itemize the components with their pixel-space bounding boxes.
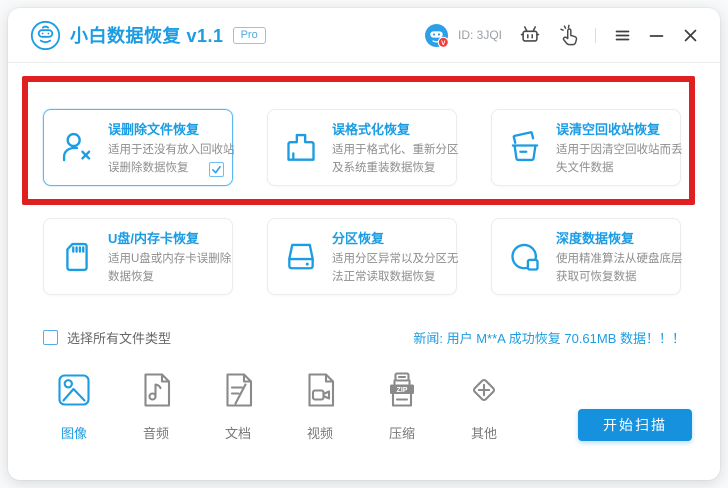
zip-icon: ZIP — [382, 370, 422, 410]
file-type-audio[interactable]: 音频 — [125, 370, 187, 442]
recovery-card-formatted[interactable]: 误格式化恢复 适用于格式化、重新分区及系统重装数据恢复 — [267, 109, 457, 186]
card-description: 适用分区异常以及分区无法正常读取数据恢复 — [332, 250, 459, 286]
app-title: 小白数据恢复 v1.1 — [70, 22, 224, 48]
sd-card-icon — [57, 237, 97, 277]
recovery-mode-grid: 误删除文件恢复 适用于还没有放入回收站误删除数据恢复 误 — [43, 109, 685, 295]
file-type-label: 文档 — [225, 423, 251, 442]
card-checkbox-checked[interactable] — [209, 162, 224, 177]
card-title: 误删除文件恢复 — [108, 119, 235, 138]
file-type-label: 压缩 — [389, 423, 415, 442]
card-title: 误格式化恢复 — [332, 119, 459, 138]
file-filter-row: 选择所有文件类型 新闻: 用户 M**A 成功恢复 70.61MB 数据！！！ — [43, 328, 685, 347]
video-icon — [300, 370, 340, 410]
header-divider — [595, 28, 596, 43]
news-ticker: 新闻: 用户 M**A 成功恢复 70.61MB 数据！！！ — [413, 328, 685, 347]
card-title: U盘/内存卡恢复 — [108, 228, 231, 247]
close-button[interactable] — [683, 28, 698, 43]
recovery-card-deep-scan[interactable]: 深度数据恢复 使用精准算法从硬盘底层获取可恢复数据 — [491, 218, 681, 295]
user-x-icon — [57, 128, 97, 168]
card-description: 适用于因清空回收站而丢失文件数据 — [556, 141, 683, 177]
start-scan-button[interactable]: 开始扫描 — [578, 409, 692, 441]
minimize-button[interactable] — [649, 28, 664, 43]
file-type-image[interactable]: 图像 — [43, 370, 105, 442]
file-type-label: 图像 — [61, 423, 87, 442]
svg-text:V: V — [441, 39, 446, 46]
main-content: 误删除文件恢复 适用于还没有放入回收站误删除数据恢复 误 — [8, 109, 720, 442]
document-icon — [218, 370, 258, 410]
select-all-control[interactable]: 选择所有文件类型 — [43, 328, 171, 347]
card-description: 适用于格式化、重新分区及系统重装数据恢复 — [332, 141, 459, 177]
svg-text:ZIP: ZIP — [397, 387, 408, 394]
file-type-label: 视频 — [307, 423, 333, 442]
recovery-card-deleted-files[interactable]: 误删除文件恢复 适用于还没有放入回收站误删除数据恢复 — [43, 109, 233, 186]
card-description: 适用U盘或内存卡误删除数据恢复 — [108, 250, 231, 286]
recovery-card-partition[interactable]: 分区恢复 适用分区异常以及分区无法正常读取数据恢复 — [267, 218, 457, 295]
image-icon — [54, 370, 94, 410]
hand-click-icon[interactable] — [558, 24, 580, 46]
remote-tv-icon[interactable] — [519, 24, 541, 46]
card-title: 误清空回收站恢复 — [556, 119, 683, 138]
card-description: 使用精准算法从硬盘底层获取可恢复数据 — [556, 250, 683, 286]
menu-button[interactable] — [615, 28, 630, 43]
deep-scan-icon — [505, 237, 545, 277]
card-title: 分区恢复 — [332, 228, 459, 247]
recovery-card-recycle-bin[interactable]: 误清空回收站恢复 适用于因清空回收站而丢失文件数据 — [491, 109, 681, 186]
recovery-card-usb-sdcard[interactable]: U盘/内存卡恢复 适用U盘或内存卡误删除数据恢复 — [43, 218, 233, 295]
file-type-video[interactable]: 视频 — [289, 370, 351, 442]
user-avatar[interactable]: V — [424, 23, 449, 48]
app-window: 小白数据恢复 v1.1 Pro V ID: 3JQI — [8, 8, 720, 480]
user-id: ID: 3JQI — [458, 28, 502, 42]
format-brush-icon — [281, 128, 321, 168]
file-type-other[interactable]: 其他 — [453, 370, 515, 442]
card-title: 深度数据恢复 — [556, 228, 683, 247]
file-type-label: 音频 — [143, 423, 169, 442]
title-bar: 小白数据恢复 v1.1 Pro V ID: 3JQI — [8, 8, 720, 63]
trash-open-icon — [505, 128, 545, 168]
select-all-label: 选择所有文件类型 — [67, 328, 171, 347]
file-type-zip[interactable]: ZIP 压缩 — [371, 370, 433, 442]
audio-icon — [136, 370, 176, 410]
hard-drive-icon — [281, 237, 321, 277]
other-icon — [464, 370, 504, 410]
title-bar-right: V ID: 3JQI — [424, 23, 698, 48]
pro-badge: Pro — [233, 27, 266, 44]
select-all-checkbox[interactable] — [43, 330, 58, 345]
app-logo-icon — [30, 20, 61, 51]
file-type-document[interactable]: 文档 — [207, 370, 269, 442]
file-type-label: 其他 — [471, 423, 497, 442]
